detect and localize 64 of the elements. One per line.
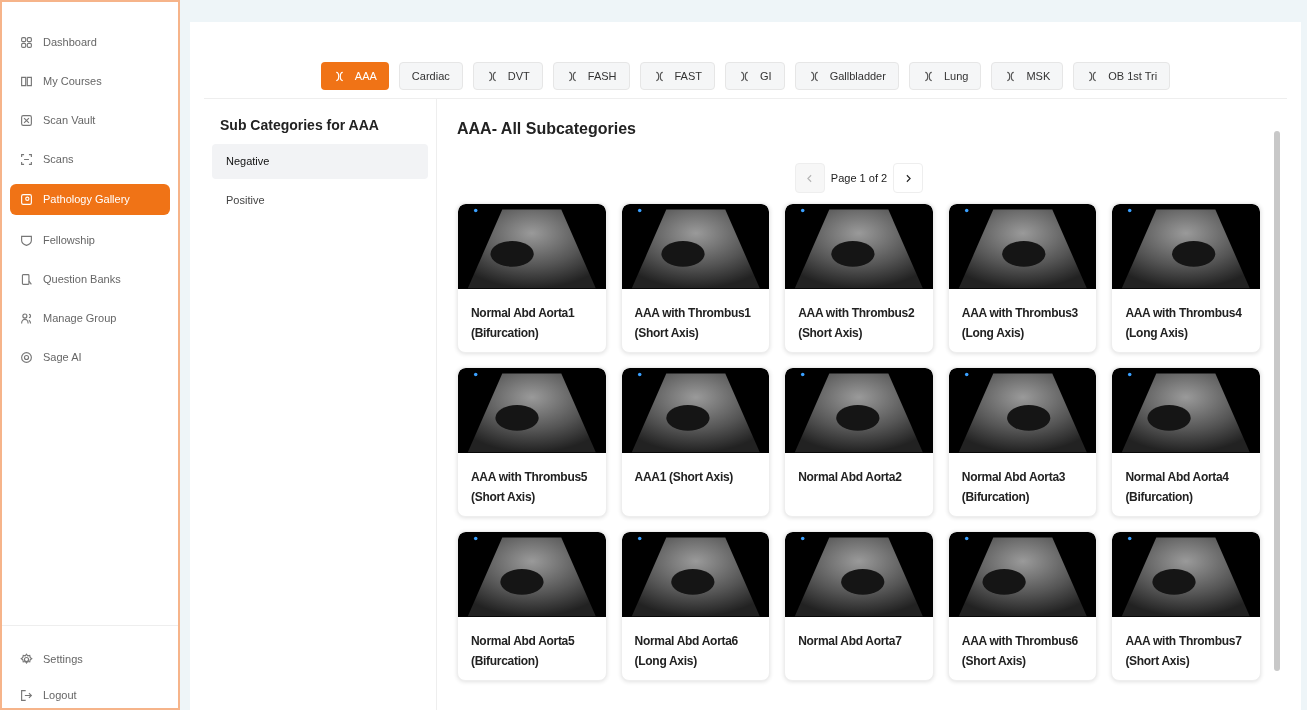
image-card[interactable]: AAA with Thrombus1 (Short Axis) bbox=[620, 203, 771, 353]
people-icon bbox=[20, 311, 33, 325]
image-card[interactable]: AAA with Thrombus2 (Short Axis) bbox=[784, 203, 934, 353]
sidebar-item[interactable]: My Courses bbox=[10, 67, 170, 95]
image-card[interactable]: Normal Abd Aorta6 (Long Axis) bbox=[620, 531, 771, 681]
logout-icon bbox=[20, 688, 33, 702]
subcategory-item[interactable]: Negative bbox=[212, 144, 428, 179]
box-x-icon bbox=[20, 113, 33, 127]
sidebar-item[interactable]: Dashboard bbox=[10, 28, 170, 56]
image-card[interactable]: Normal Abd Aorta5 (Bifurcation) bbox=[457, 531, 607, 681]
page-indicator: Page 1 of 2 bbox=[830, 170, 888, 186]
image-card[interactable]: Normal Abd Aorta4 (Bifurcation) bbox=[1111, 367, 1261, 517]
category-tab[interactable]: GI bbox=[725, 62, 785, 90]
category-tab[interactable]: Cardiac bbox=[398, 62, 463, 90]
image-card[interactable]: AAA with Thrombus7 (Short Axis) bbox=[1111, 531, 1261, 681]
sidebar-item[interactable]: Question Banks bbox=[10, 265, 170, 293]
card-title: AAA with Thrombus2 (Short Axis) bbox=[797, 305, 916, 342]
card-title: AAA with Thrombus3 (Long Axis) bbox=[960, 305, 1079, 342]
scan-frame-icon bbox=[20, 152, 33, 166]
card-title: AAA with Thrombus4 (Long Axis) bbox=[1124, 305, 1243, 342]
card-title: Normal Abd Aorta6 (Long Axis) bbox=[633, 633, 739, 670]
card-title: Normal Abd Aorta3 (Bifurcation) bbox=[960, 469, 1067, 506]
card-title: AAA with Thrombus1 (Short Axis) bbox=[633, 305, 752, 342]
image-card[interactable]: Normal Abd Aorta7 bbox=[784, 531, 934, 681]
document-icon bbox=[20, 272, 33, 286]
sidebar-item[interactable]: Sage AI bbox=[10, 343, 170, 371]
shield-icon bbox=[20, 233, 33, 247]
gallery-icon bbox=[20, 193, 33, 206]
category-tab[interactable]: FAST bbox=[639, 62, 715, 90]
next-page-button[interactable] bbox=[893, 163, 924, 193]
category-tab[interactable]: OB 1st Tri bbox=[1073, 62, 1171, 90]
sidebar-item[interactable]: Settings bbox=[10, 648, 170, 670]
target-icon bbox=[20, 350, 33, 364]
card-title: AAA with Thrombus5 (Short Axis) bbox=[470, 469, 589, 506]
card-title: Normal Abd Aorta2 bbox=[797, 469, 903, 486]
category-tab[interactable]: MSK bbox=[991, 62, 1064, 90]
settings-icon bbox=[20, 652, 33, 666]
image-card[interactable]: AAA with Thrombus6 (Short Axis) bbox=[947, 531, 1098, 681]
image-card[interactable]: Normal Abd Aorta3 (Bifurcation) bbox=[947, 367, 1098, 517]
sidebar-item[interactable]: Logout bbox=[10, 684, 170, 706]
image-card[interactable]: AAA with Thrombus4 (Long Axis) bbox=[1111, 203, 1261, 353]
image-card[interactable]: AAA with Thrombus5 (Short Axis) bbox=[457, 367, 607, 517]
card-title: AAA with Thrombus6 (Short Axis) bbox=[960, 633, 1079, 670]
sidebar-item[interactable]: Scan Vault bbox=[10, 106, 170, 134]
image-card[interactable]: AAA1 (Short Axis) bbox=[620, 367, 771, 517]
image-card[interactable]: AAA with Thrombus3 (Long Axis) bbox=[947, 203, 1098, 353]
card-title: AAA1 (Short Axis) bbox=[633, 469, 735, 486]
grid-icon bbox=[20, 35, 33, 49]
category-tab[interactable]: FASH bbox=[552, 62, 630, 90]
card-title: AAA with Thrombus7 (Short Axis) bbox=[1124, 633, 1243, 670]
panel-title: Sub Categories for AAA bbox=[219, 116, 380, 135]
category-tab[interactable]: Lung bbox=[908, 62, 982, 90]
card-title: Normal Abd Aorta5 (Bifurcation) bbox=[470, 633, 576, 670]
image-card[interactable]: Normal Abd Aorta1 (Bifurcation) bbox=[457, 203, 607, 353]
card-title: Normal Abd Aorta1 (Bifurcation) bbox=[470, 305, 576, 342]
category-tab[interactable]: Gallbladder bbox=[794, 62, 899, 90]
category-tab[interactable]: DVT bbox=[472, 62, 543, 90]
sidebar-item[interactable]: Scans bbox=[10, 145, 170, 173]
card-title: Normal Abd Aorta4 (Bifurcation) bbox=[1124, 469, 1230, 506]
card-title: Normal Abd Aorta7 bbox=[797, 633, 903, 650]
sidebar-item[interactable]: Manage Group bbox=[10, 304, 170, 332]
image-card[interactable]: Normal Abd Aorta2 bbox=[784, 367, 934, 517]
gallery-title: AAA- All Subcategories bbox=[457, 119, 637, 139]
sidebar-item[interactable]: Fellowship bbox=[10, 226, 170, 254]
